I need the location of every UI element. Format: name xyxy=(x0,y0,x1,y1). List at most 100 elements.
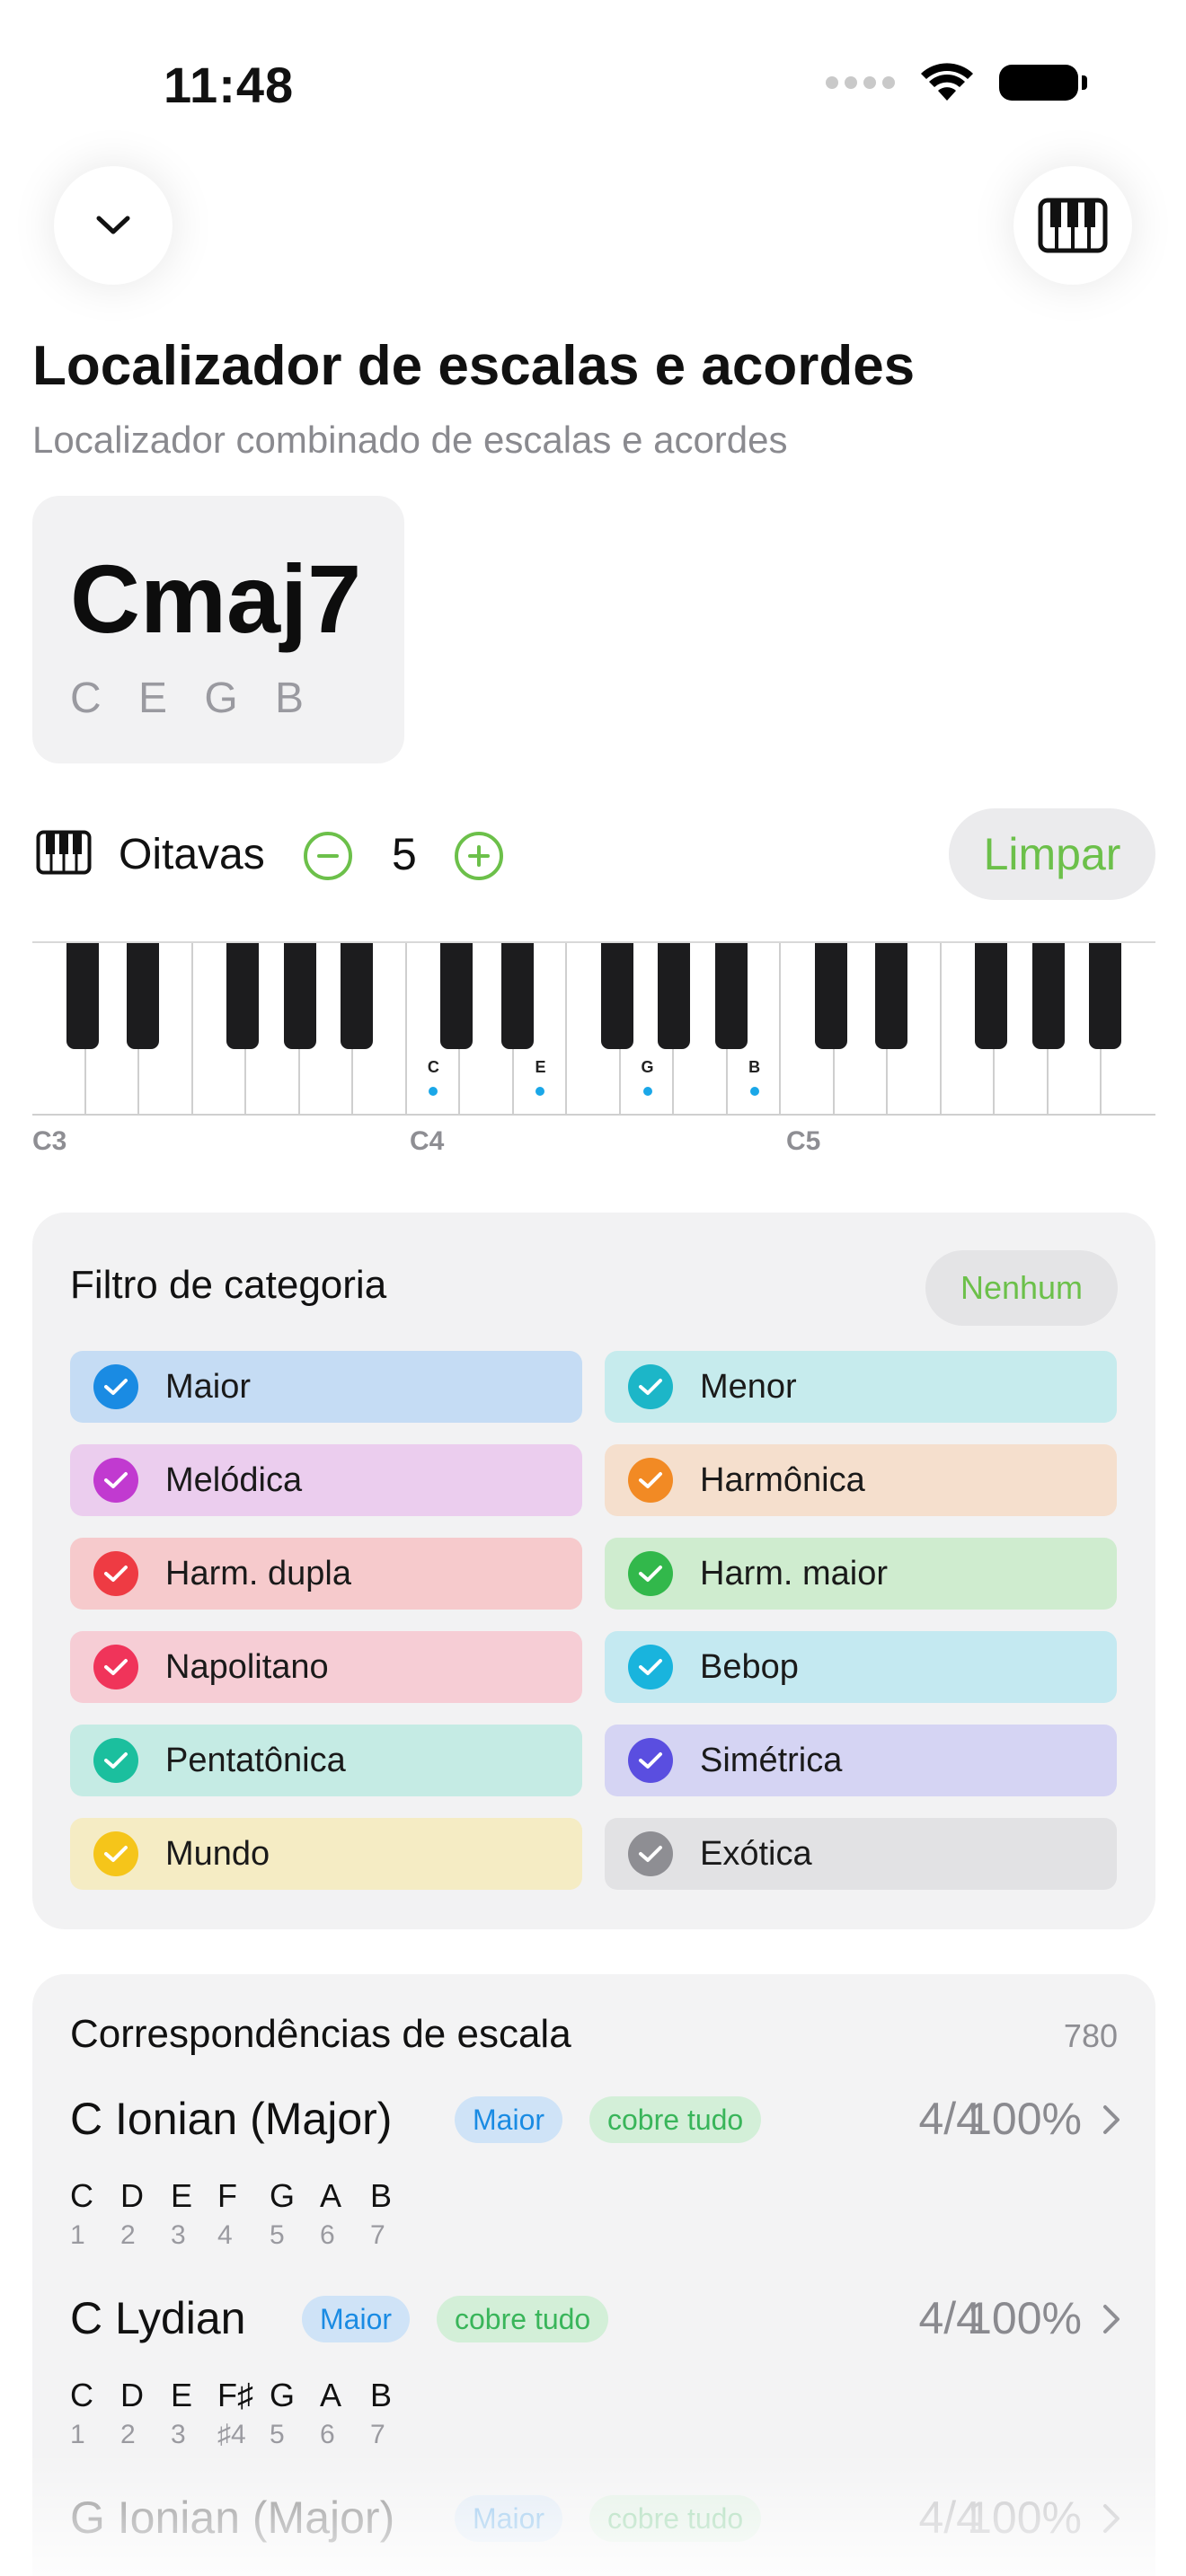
category-label: Napolitano xyxy=(165,1647,329,1686)
checkmark-icon xyxy=(93,1831,138,1876)
note-marker-label: B xyxy=(748,1058,761,1076)
select-none-button[interactable]: Nenhum xyxy=(925,1250,1118,1326)
scale-note: E3 xyxy=(171,2177,221,2251)
note-degree: 7 xyxy=(370,2420,385,2449)
black-key[interactable] xyxy=(658,943,691,1049)
note-marker-dot xyxy=(749,1087,759,1096)
category-chip[interactable]: Simétrica xyxy=(605,1725,1117,1796)
black-key[interactable] xyxy=(600,943,633,1049)
category-chip[interactable]: Exótica xyxy=(605,1818,1117,1890)
chevron-right-icon xyxy=(1102,2104,1121,2140)
matches-title: Correspondências de escala xyxy=(70,2012,571,2056)
category-label: Pentatônica xyxy=(165,1741,346,1779)
scale-note: G5 xyxy=(270,2177,320,2251)
note-degree: 1 xyxy=(70,2220,85,2250)
chord-card[interactable]: Cmaj7 C E G B xyxy=(32,496,404,763)
note-name: C xyxy=(70,2177,93,2214)
note-name: F♯ xyxy=(217,2377,253,2413)
cellular-signal-icon xyxy=(826,76,895,89)
black-key[interactable] xyxy=(127,943,160,1049)
note-name: A xyxy=(320,2177,342,2214)
category-chip[interactable]: Harmônica xyxy=(605,1444,1117,1516)
black-key[interactable] xyxy=(1089,943,1122,1049)
chevron-right-icon xyxy=(1102,2303,1121,2340)
dismiss-button[interactable] xyxy=(54,166,173,285)
black-key[interactable] xyxy=(66,943,99,1049)
black-key[interactable] xyxy=(975,943,1008,1049)
checkmark-icon xyxy=(628,1738,673,1783)
note-marker-label: E xyxy=(535,1058,546,1076)
category-chip[interactable]: Harm. maior xyxy=(605,1538,1117,1610)
note-name: C xyxy=(70,2377,93,2413)
black-key[interactable] xyxy=(875,943,908,1049)
clear-button[interactable]: Limpar xyxy=(949,808,1155,900)
category-label: Bebop xyxy=(700,1647,799,1686)
minus-icon xyxy=(317,854,339,858)
status-icons xyxy=(826,63,1087,102)
scale-note: C1 xyxy=(70,2377,120,2450)
checkmark-icon xyxy=(628,1364,673,1409)
piano-keyboard[interactable]: CEGB xyxy=(32,941,1155,1116)
note-degree: 6 xyxy=(320,2420,335,2449)
category-badge: Maior xyxy=(455,2096,563,2143)
category-chip[interactable]: Maior xyxy=(70,1351,582,1423)
note-name: D xyxy=(120,2177,144,2214)
black-key[interactable] xyxy=(440,943,474,1049)
note-name: B xyxy=(370,2177,393,2214)
category-label: Maior xyxy=(165,1367,252,1406)
octave-controls: Oitavas 5 Limpar xyxy=(32,807,1155,902)
octave-increment-button[interactable] xyxy=(455,832,503,880)
note-marker-label: C xyxy=(427,1058,439,1076)
scale-match-row[interactable]: C Lydian Maior cobre tudo 4/4 100% C 1 D 2 E 3 F♯ ♯4… xyxy=(70,2292,1121,2472)
black-key[interactable] xyxy=(714,943,748,1049)
note-degree: 7 xyxy=(370,2220,385,2250)
note-marker-label: G xyxy=(641,1058,654,1076)
category-label: Mundo xyxy=(165,1834,270,1873)
black-key[interactable] xyxy=(500,943,534,1049)
category-chip[interactable]: Napolitano xyxy=(70,1631,582,1703)
note-degree: 3 xyxy=(171,2220,186,2250)
note-degree: 1 xyxy=(70,2420,85,2449)
checkmark-icon xyxy=(93,1458,138,1503)
scale-note: F♯ ♯4 xyxy=(217,2377,268,2450)
chord-notes: C E G B xyxy=(70,675,317,722)
black-key[interactable] xyxy=(1031,943,1065,1049)
scale-note: C1 xyxy=(70,2177,120,2251)
category-chip[interactable]: Bebop xyxy=(605,1631,1117,1703)
matches-count: 780 xyxy=(1063,2017,1118,2054)
black-key[interactable] xyxy=(814,943,847,1049)
piano-button[interactable] xyxy=(1013,166,1132,285)
octave-count: 5 xyxy=(392,829,417,879)
black-key[interactable] xyxy=(226,943,260,1049)
checkmark-icon xyxy=(93,1551,138,1596)
category-chip[interactable]: Melódica xyxy=(70,1444,582,1516)
category-label: Menor xyxy=(700,1367,797,1406)
category-label: Harmônica xyxy=(700,1460,865,1499)
note-degree: 6 xyxy=(320,2220,335,2250)
note-name: D xyxy=(120,2377,144,2413)
checkmark-icon xyxy=(628,1645,673,1689)
checkmark-icon xyxy=(93,1738,138,1783)
note-name: E xyxy=(171,2177,193,2214)
octave-label-c4: C4 xyxy=(410,1126,445,1156)
category-badge: Maior xyxy=(302,2296,411,2342)
note-degree: 4 xyxy=(217,2220,233,2250)
category-chip[interactable]: Harm. dupla xyxy=(70,1538,582,1610)
page-subtitle: Localizador combinado de escalas e acord… xyxy=(32,419,788,461)
octave-decrement-button[interactable] xyxy=(304,832,352,880)
category-chip[interactable]: Pentatônica xyxy=(70,1725,582,1796)
category-label: Melódica xyxy=(165,1460,303,1499)
black-key[interactable] xyxy=(283,943,316,1049)
plus-icon xyxy=(468,845,490,867)
category-chip[interactable]: Menor xyxy=(605,1351,1117,1423)
category-label: Exótica xyxy=(700,1834,812,1873)
scale-note: G5 xyxy=(270,2377,320,2450)
scale-name: C Lydian xyxy=(70,2293,246,2343)
scale-note: B7 xyxy=(370,2177,420,2251)
scale-note: E3 xyxy=(171,2377,221,2450)
status-bar: 11:48 xyxy=(0,0,1186,171)
scale-match-row[interactable]: C Ionian (Major) Maior cobre tudo 4/4 100% C 1… xyxy=(70,2093,1121,2272)
black-key[interactable] xyxy=(341,943,374,1049)
category-chip[interactable]: Mundo xyxy=(70,1818,582,1890)
keyboard-icon xyxy=(36,830,92,875)
